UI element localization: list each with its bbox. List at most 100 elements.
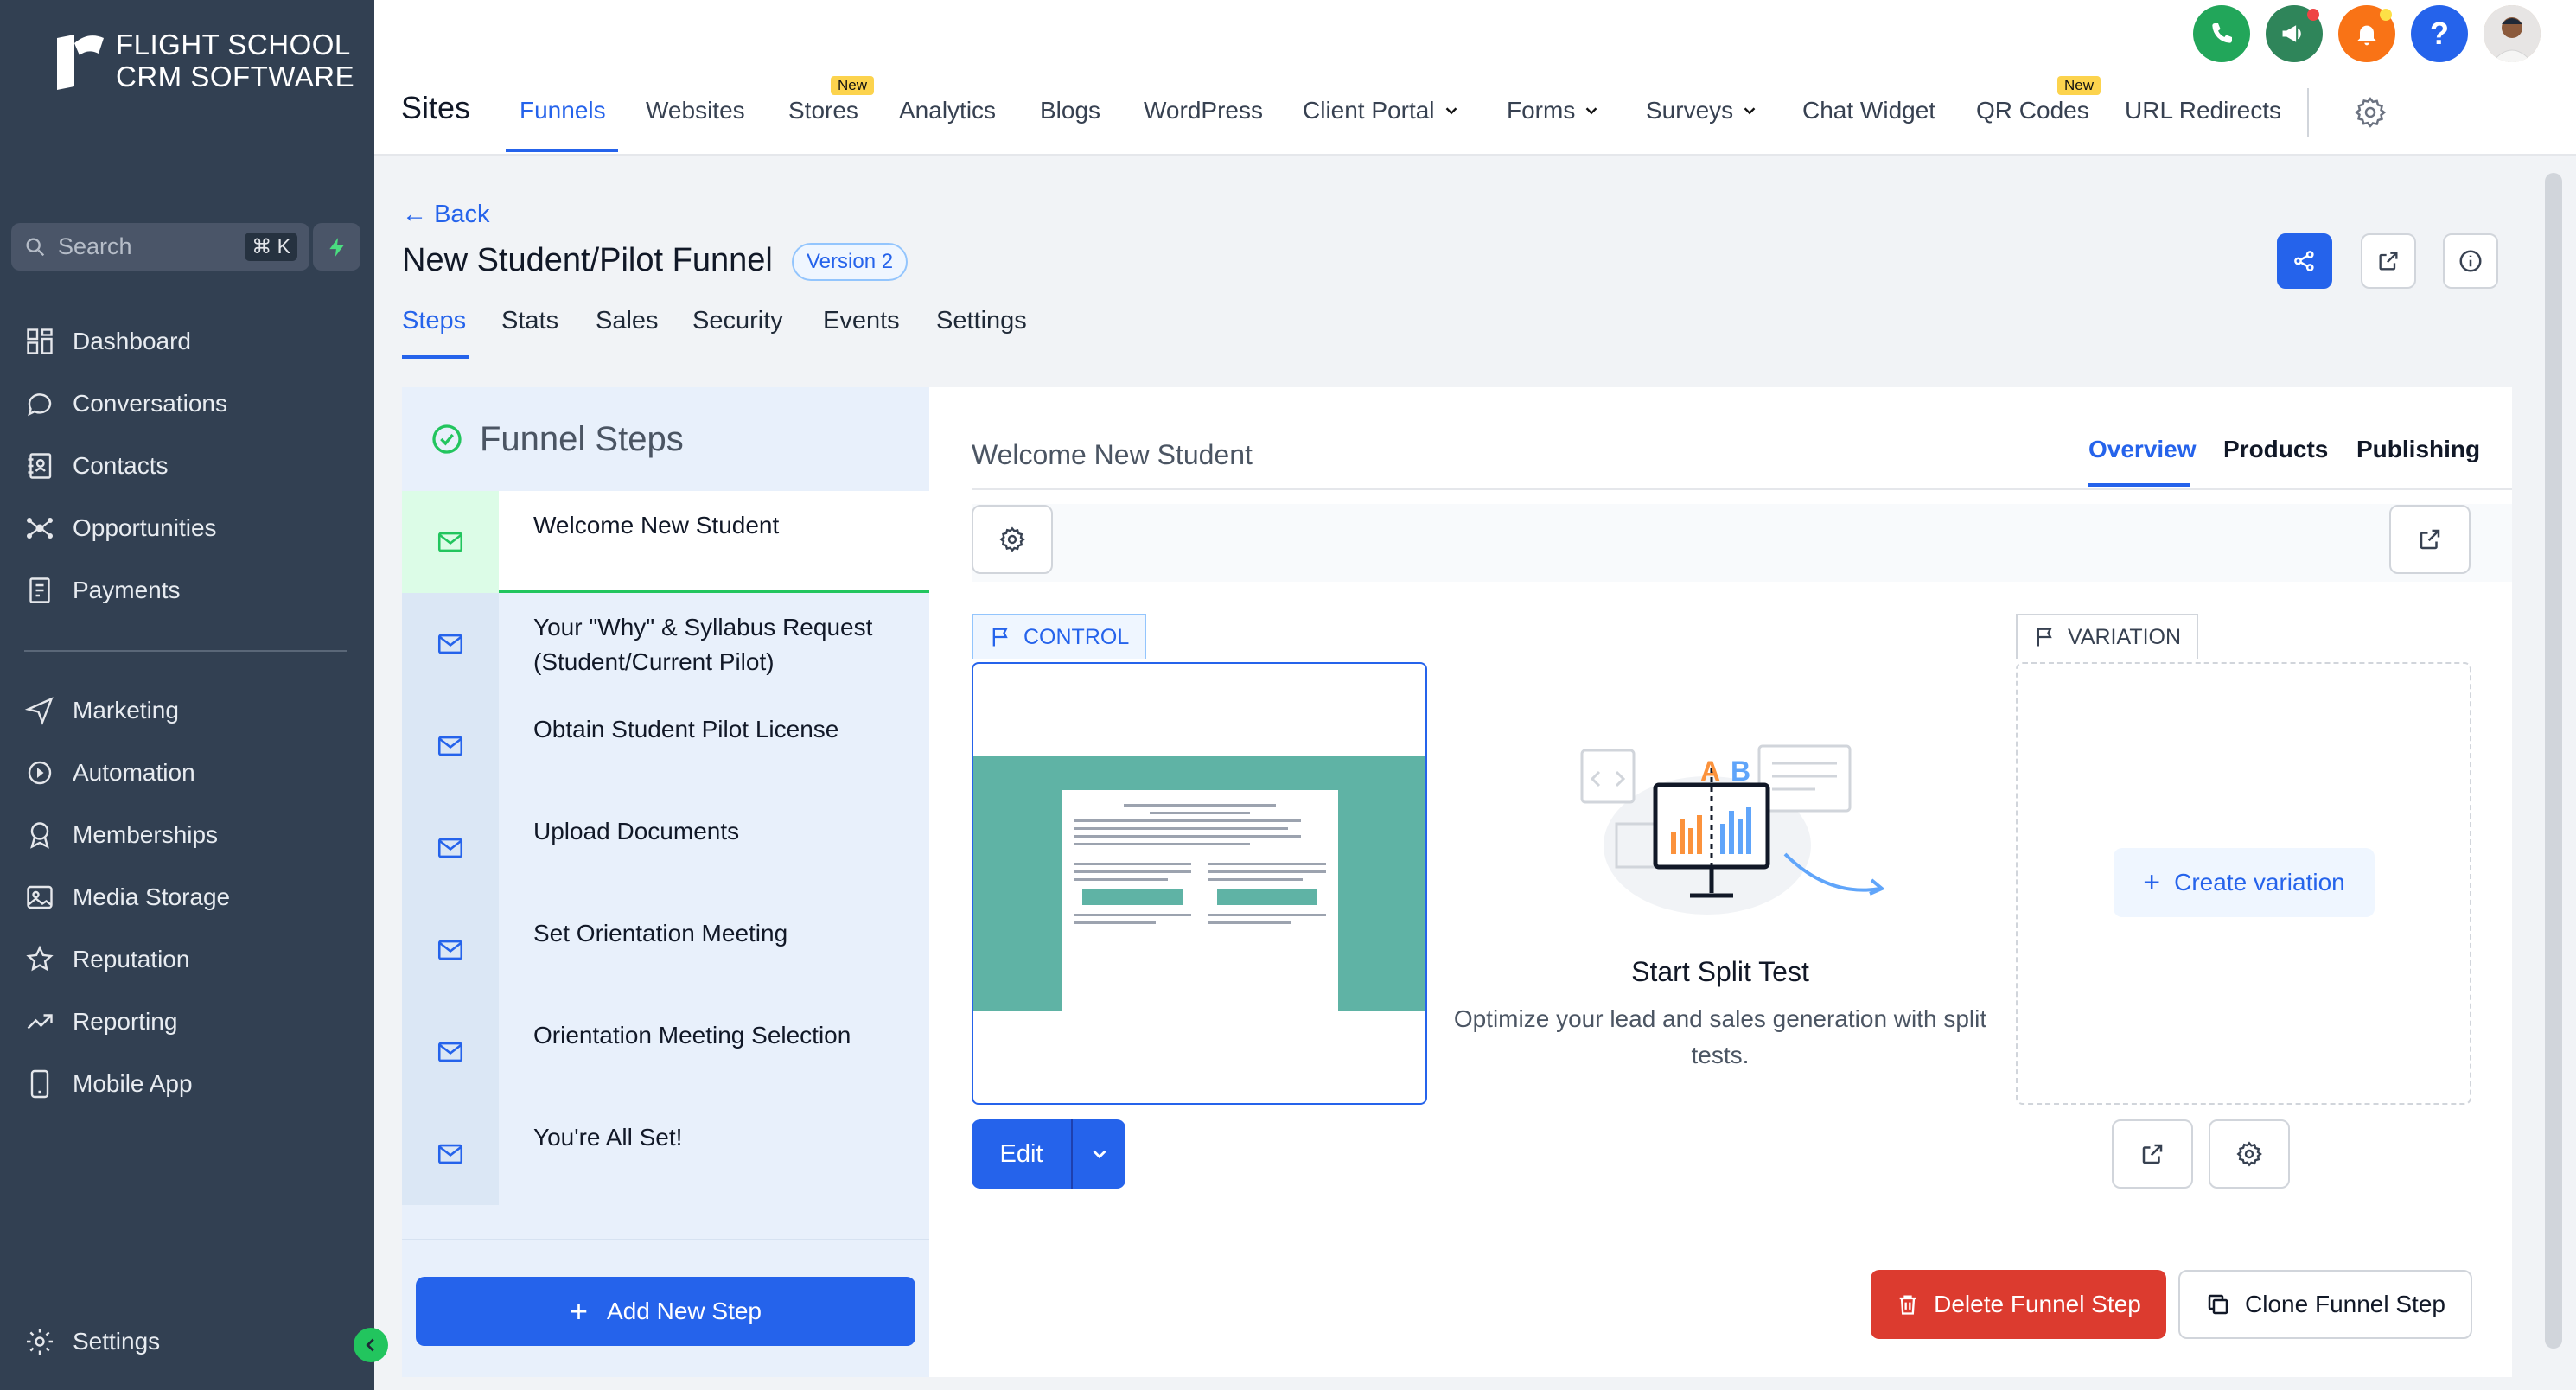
tab-products[interactable]: Products — [2223, 436, 2328, 463]
funnel-step-item[interactable]: Set Orientation Meeting — [402, 899, 929, 1001]
nav-surveys[interactable]: Surveys — [1646, 97, 1759, 124]
sites-settings-button[interactable] — [2353, 95, 2388, 130]
panel-divider — [402, 1239, 929, 1240]
step-rail — [402, 899, 499, 1001]
sidebar-item-memberships[interactable]: Memberships — [24, 818, 218, 852]
funnel-step-item[interactable]: Upload Documents — [402, 797, 929, 899]
share-button[interactable] — [2277, 233, 2332, 289]
step-settings-button[interactable] — [972, 505, 1053, 574]
nav-websites[interactable]: Websites — [646, 97, 745, 124]
image-icon — [27, 885, 53, 909]
sidebar-item-dashboard[interactable]: Dashboard — [24, 324, 191, 359]
nav-chat-widget[interactable]: Chat Widget — [1802, 97, 1935, 124]
info-icon — [2459, 250, 2482, 272]
sidebar-item-reporting[interactable]: Reporting — [24, 1004, 177, 1039]
collapse-sidebar-button[interactable] — [354, 1328, 388, 1362]
nav-separator — [2307, 88, 2309, 137]
top-navigation: Sites Funnels Websites New Stores Analyt… — [374, 0, 2576, 156]
lightning-icon — [328, 237, 344, 257]
chevron-down-icon — [1744, 107, 1756, 115]
info-button[interactable] — [2443, 233, 2498, 289]
avatar[interactable] — [2484, 5, 2541, 62]
add-new-step-button[interactable]: + Add New Step — [416, 1277, 915, 1346]
variant-b-label: B — [1731, 756, 1751, 787]
version-badge: Version 2 — [792, 243, 909, 281]
tab-events[interactable]: Events — [823, 307, 900, 335]
tab-publishing[interactable]: Publishing — [2356, 436, 2480, 463]
search-icon — [26, 238, 45, 256]
nav-forms[interactable]: Forms — [1507, 97, 1601, 124]
sidebar-item-label: Mobile App — [73, 1070, 193, 1097]
contacts-icon — [28, 453, 52, 479]
nav-stores[interactable]: Stores — [788, 97, 858, 124]
step-label: Set Orientation Meeting — [533, 920, 788, 947]
mail-icon — [437, 838, 463, 858]
page-preview-thumbnail — [973, 756, 1425, 1011]
help-button[interactable]: ? — [2411, 5, 2468, 62]
chevron-down-icon — [1585, 107, 1597, 115]
back-link[interactable]: ← Back — [402, 201, 490, 229]
sidebar-item-conversations[interactable]: Conversations — [24, 386, 227, 421]
step-rail — [402, 1001, 499, 1103]
automation-icon — [28, 761, 52, 785]
sidebar-item-media-storage[interactable]: Media Storage — [24, 880, 230, 915]
sidebar-item-settings[interactable]: Settings — [24, 1324, 160, 1359]
funnel-step-item[interactable]: Obtain Student Pilot License — [402, 695, 929, 797]
nav-wordpress[interactable]: WordPress — [1144, 97, 1263, 124]
control-settings-button[interactable] — [2209, 1119, 2290, 1189]
preview-external-button[interactable] — [2112, 1119, 2193, 1189]
tab-sales[interactable]: Sales — [596, 307, 659, 335]
control-preview[interactable] — [972, 662, 1427, 1105]
notifications-button[interactable] — [2338, 5, 2395, 62]
create-variation-button[interactable]: + Create variation — [2114, 848, 2375, 917]
phone-call-button[interactable] — [2193, 5, 2250, 62]
megaphone-icon — [2282, 25, 2301, 42]
funnel-step-item[interactable]: You're All Set! — [402, 1103, 929, 1205]
tab-security[interactable]: Security — [692, 307, 783, 335]
announcements-button[interactable] — [2266, 5, 2323, 62]
sidebar-item-opportunities[interactable]: Opportunities — [24, 511, 217, 545]
delete-funnel-step-button[interactable]: Delete Funnel Step — [1871, 1270, 2166, 1339]
clone-funnel-step-button[interactable]: Clone Funnel Step — [2178, 1270, 2472, 1339]
sidebar-item-reputation[interactable]: Reputation — [24, 942, 189, 977]
page-scrollbar[interactable] — [2545, 173, 2562, 1349]
open-external-button[interactable] — [2361, 233, 2416, 289]
quick-action-button[interactable] — [313, 223, 360, 271]
funnel-steps-header: Funnel Steps — [402, 387, 929, 491]
nav-url-redirects[interactable]: URL Redirects — [2125, 97, 2281, 124]
tab-stats[interactable]: Stats — [501, 307, 558, 335]
nav-blogs[interactable]: Blogs — [1040, 97, 1100, 124]
sidebar-item-automation[interactable]: Automation — [24, 756, 195, 790]
sidebar-item-contacts[interactable]: Contacts — [24, 449, 169, 483]
tab-steps[interactable]: Steps — [402, 307, 466, 335]
phone-icon — [2212, 23, 2232, 43]
tab-settings[interactable]: Settings — [936, 307, 1027, 335]
step-label: You're All Set! — [533, 1124, 683, 1151]
funnel-step-item[interactable]: Welcome New Student — [402, 491, 929, 593]
preview-document — [1062, 790, 1338, 1011]
nav-client-portal[interactable]: Client Portal — [1303, 97, 1461, 124]
notification-dot — [2307, 9, 2319, 21]
step-title: Welcome New Student — [972, 439, 1253, 470]
open-step-external-button[interactable] — [2389, 505, 2471, 574]
tab-overview[interactable]: Overview — [2088, 436, 2197, 463]
sidebar-item-payments[interactable]: Payments — [24, 573, 181, 608]
step-toolbar — [972, 504, 2512, 582]
nav-funnels[interactable]: Funnels — [520, 97, 606, 124]
sidebar-divider — [24, 650, 347, 652]
chat-bubble-icon — [28, 393, 52, 417]
sidebar-item-marketing[interactable]: Marketing — [24, 693, 179, 728]
mail-icon — [437, 634, 463, 654]
funnel-step-item[interactable]: Orientation Meeting Selection — [402, 1001, 929, 1103]
edit-button[interactable]: Edit — [972, 1140, 1071, 1169]
sidebar-item-mobile-app[interactable]: Mobile App — [24, 1067, 193, 1101]
brand-logo[interactable]: FLIGHT SCHOOL CRM SOFTWARE — [54, 26, 354, 95]
step-rail — [402, 491, 499, 593]
funnel-step-item[interactable]: Your "Why" & Syllabus Request (Student/C… — [402, 593, 929, 695]
nav-qr-codes[interactable]: QR Codes — [1976, 97, 2089, 124]
step-label: Welcome New Student — [533, 512, 780, 539]
nav-analytics[interactable]: Analytics — [899, 97, 996, 124]
edit-dropdown-button[interactable] — [1071, 1119, 1125, 1189]
mail-icon — [437, 940, 463, 960]
search-box[interactable]: Search ⌘ K — [11, 223, 309, 271]
